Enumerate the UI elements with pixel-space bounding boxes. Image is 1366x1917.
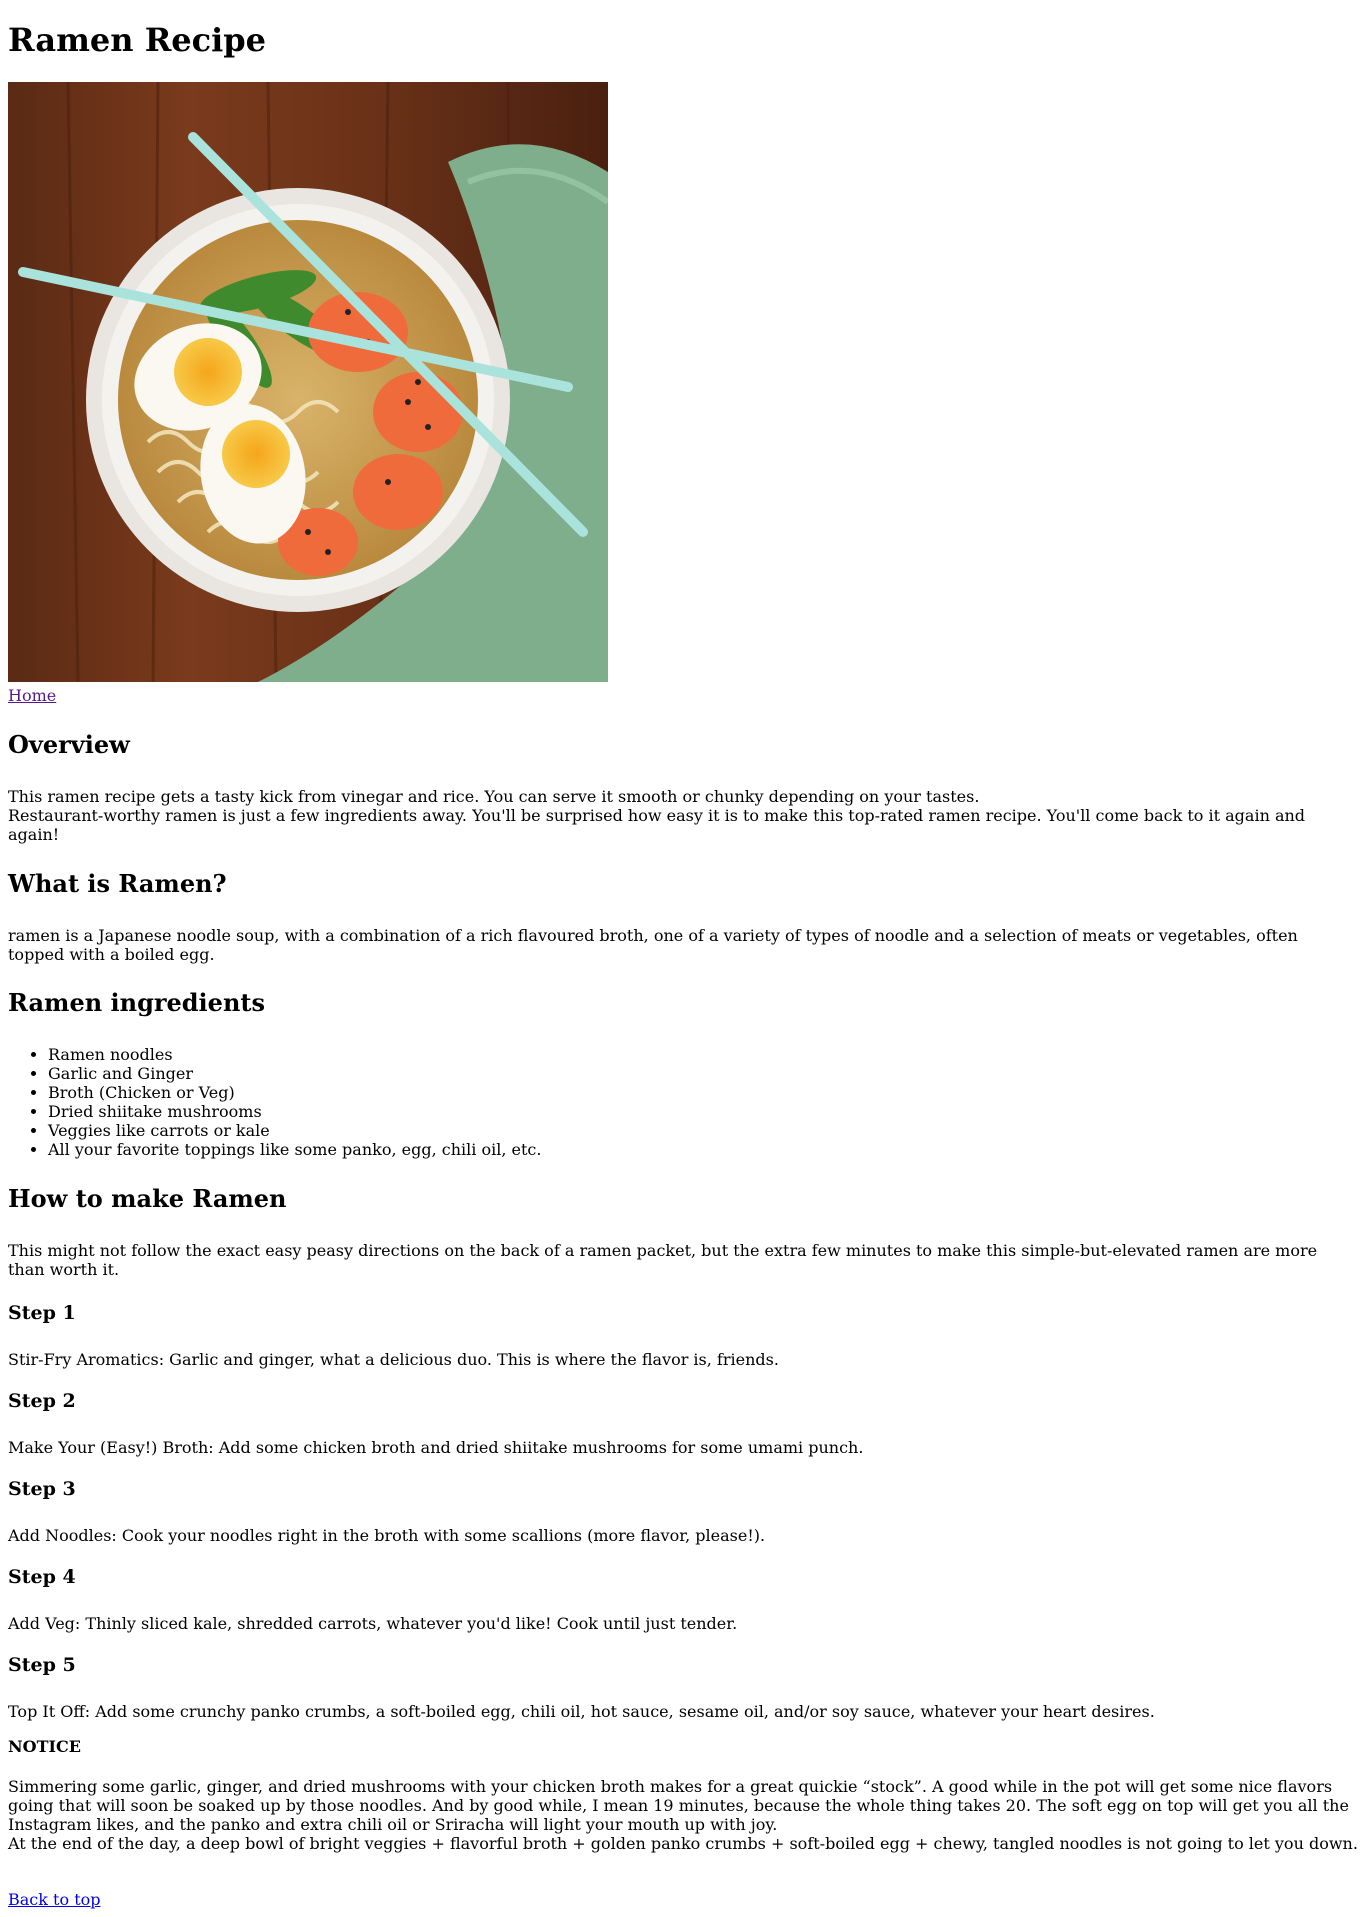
overview-text: This ramen recipe gets a tasty kick from… [8, 787, 1358, 844]
step-2-text: Make Your (Easy!) Broth: Add some chicke… [8, 1438, 864, 1457]
overview-heading: Overview [8, 730, 130, 759]
page-title: Ramen Recipe [8, 21, 267, 59]
list-item: Ramen noodles [48, 1045, 541, 1064]
what-is-ramen-heading: What is Ramen? [8, 869, 227, 898]
step-1-text: Stir-Fry Aromatics: Garlic and ginger, w… [8, 1350, 779, 1369]
ingredients-heading: Ramen ingredients [8, 988, 265, 1017]
back-to-top-link[interactable]: Back to top [8, 1890, 101, 1909]
list-item: All your favorite toppings like some pan… [48, 1140, 541, 1159]
step-3-title: Step 3 [8, 1478, 76, 1500]
list-item: Veggies like carrots or kale [48, 1121, 541, 1140]
step-4-title: Step 4 [8, 1566, 76, 1588]
list-item: Dried shiitake mushrooms [48, 1102, 541, 1121]
how-to-heading: How to make Ramen [8, 1184, 287, 1213]
what-is-ramen-text: ramen is a Japanese noodle soup, with a … [8, 926, 1298, 964]
how-to-intro: This might not follow the exact easy pea… [8, 1241, 1318, 1279]
notice-paragraph-1: Simmering some garlic, ginger, and dried… [8, 1777, 1349, 1834]
ramen-photo [8, 82, 608, 682]
step-1-title: Step 1 [8, 1302, 76, 1324]
notice-text: Simmering some garlic, ginger, and dried… [8, 1777, 1362, 1853]
step-5-text: Top It Off: Add some crunchy panko crumb… [8, 1702, 1155, 1721]
overview-paragraph-2: Restaurant-worthy ramen is just a few in… [8, 806, 1306, 844]
home-link[interactable]: Home [8, 686, 56, 705]
notice-heading: NOTICE [8, 1737, 81, 1756]
step-5-title: Step 5 [8, 1654, 76, 1676]
step-3-text: Add Noodles: Cook your noodles right in … [8, 1526, 766, 1545]
ingredients-list: Ramen noodles Garlic and Ginger Broth (C… [8, 1045, 541, 1159]
step-4-text: Add Veg: Thinly sliced kale, shredded ca… [8, 1614, 738, 1633]
list-item: Broth (Chicken or Veg) [48, 1083, 541, 1102]
list-item: Garlic and Ginger [48, 1064, 541, 1083]
step-2-title: Step 2 [8, 1390, 76, 1412]
overview-paragraph-1: This ramen recipe gets a tasty kick from… [8, 787, 980, 806]
notice-paragraph-2: At the end of the day, a deep bowl of br… [8, 1834, 1358, 1853]
